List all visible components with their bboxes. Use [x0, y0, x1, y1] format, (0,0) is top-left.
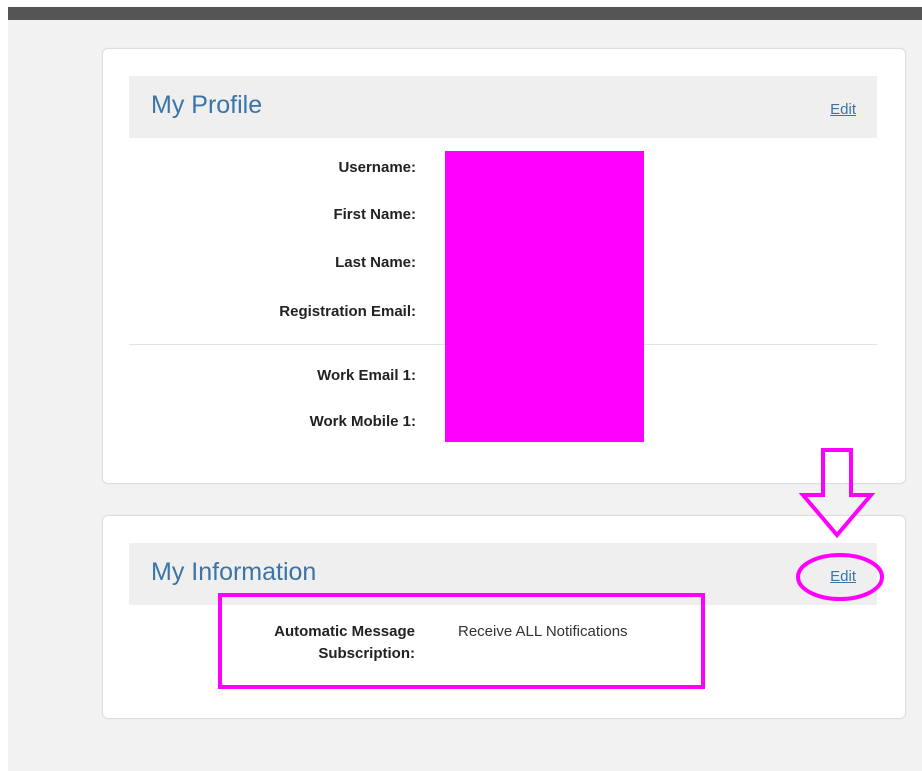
redacted-values-block	[445, 151, 644, 442]
annotation-highlight-box	[218, 593, 705, 689]
username-label: Username:	[338, 159, 416, 176]
work-email-label: Work Email 1:	[317, 367, 416, 384]
my-profile-header: My Profile Edit	[129, 76, 877, 138]
my-profile-title: My Profile	[151, 91, 263, 119]
annotation-arrow-icon	[796, 448, 884, 601]
my-profile-panel: My Profile Edit Username: First Name: La…	[102, 48, 906, 484]
my-information-title: My Information	[151, 558, 317, 586]
top-bar	[8, 7, 922, 20]
registration-email-label: Registration Email:	[279, 303, 416, 320]
profile-edit-link[interactable]: Edit	[830, 101, 856, 118]
last-name-label: Last Name:	[335, 254, 416, 271]
work-mobile-label: Work Mobile 1:	[309, 413, 416, 430]
first-name-label: First Name:	[333, 206, 416, 223]
